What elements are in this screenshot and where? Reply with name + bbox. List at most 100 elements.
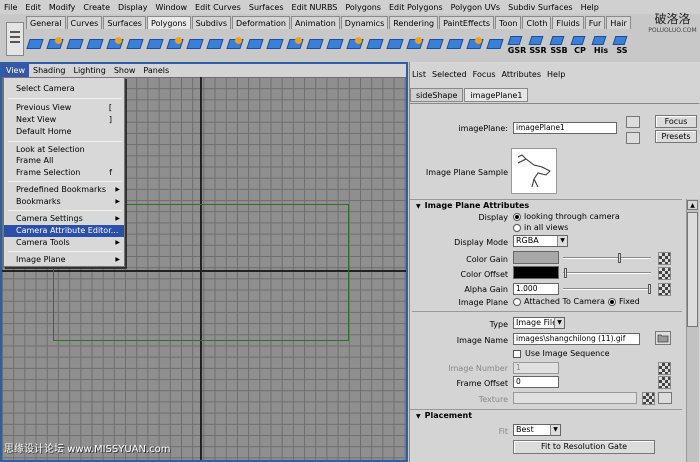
panel-menu-lighting[interactable]: Lighting xyxy=(69,64,109,77)
section-image-plane-attributes[interactable]: ▼ Image Plane Attributes xyxy=(410,199,682,211)
polygon-tool-icon[interactable] xyxy=(386,35,405,54)
shelf-tab-hair[interactable]: Hair xyxy=(606,16,631,29)
panel-menu-panels[interactable]: Panels xyxy=(139,64,173,77)
menu-item-previous-view[interactable]: Previous View[ xyxy=(4,102,124,114)
ae-menu-selected[interactable]: Selected xyxy=(429,68,470,82)
shelf-tab-fluids[interactable]: Fluids xyxy=(552,16,584,29)
polygon-tool-icon[interactable] xyxy=(326,35,345,54)
menu-file[interactable]: File xyxy=(0,3,21,12)
polygon-tool-icon[interactable] xyxy=(486,35,505,54)
texture-map-icon[interactable] xyxy=(642,392,655,405)
display-looking-through-radio[interactable] xyxy=(513,213,521,221)
display-mode-select[interactable]: RGBA ▼ xyxy=(513,235,568,247)
shelf-tab-fur[interactable]: Fur xyxy=(584,16,606,29)
polygon-tool-icon[interactable] xyxy=(26,35,45,54)
ae-menu-help[interactable]: Help xyxy=(544,68,568,82)
menu-help[interactable]: Help xyxy=(577,3,603,12)
menu-edit-curves[interactable]: Edit Curves xyxy=(191,3,245,12)
polygon-tool-icon[interactable] xyxy=(466,35,485,54)
color-offset-swatch[interactable] xyxy=(513,266,559,279)
shelf-icon-ssr[interactable]: SSR xyxy=(527,35,547,55)
fixed-radio[interactable] xyxy=(608,298,616,306)
use-image-sequence-checkbox[interactable] xyxy=(513,350,521,358)
polygon-tool-icon[interactable] xyxy=(246,35,265,54)
shelf-icon-his[interactable]: His xyxy=(590,35,610,55)
tab-imageplane1[interactable]: imagePlane1 xyxy=(464,88,529,102)
fit-to-resolution-gate-button[interactable]: Fit to Resolution Gate xyxy=(513,440,655,454)
polygon-tool-icon[interactable] xyxy=(286,35,305,54)
polygon-tool-icon[interactable] xyxy=(306,35,325,54)
shelf-tab-animation[interactable]: Animation xyxy=(290,16,340,29)
ae-menu-list[interactable]: List xyxy=(409,68,429,82)
section-placement[interactable]: ▼ Placement xyxy=(410,409,682,421)
polygon-tool-icon[interactable] xyxy=(266,35,285,54)
color-offset-map-icon[interactable] xyxy=(658,267,671,280)
color-gain-map-icon[interactable] xyxy=(658,252,671,265)
menu-polygons[interactable]: Polygons xyxy=(341,3,385,12)
menu-item-select-camera[interactable]: Select Camera xyxy=(4,83,124,95)
tab-sideshape[interactable]: sideShape xyxy=(410,88,464,102)
shelf-options-handle[interactable] xyxy=(6,22,24,56)
menu-item-frame-all[interactable]: Frame All xyxy=(4,155,124,167)
node-name-field[interactable]: imagePlane1 xyxy=(513,122,617,134)
shelf-tab-painteffects[interactable]: PaintEffects xyxy=(439,16,495,29)
menu-subdiv-surfaces[interactable]: Subdiv Surfaces xyxy=(504,3,576,12)
color-offset-slider-thumb[interactable] xyxy=(564,268,567,278)
shelf-tab-toon[interactable]: Toon xyxy=(495,16,522,29)
menu-modify[interactable]: Modify xyxy=(45,3,80,12)
polygon-tool-icon[interactable] xyxy=(426,35,445,54)
shelf-tab-cloth[interactable]: Cloth xyxy=(522,16,552,29)
polygon-tool-icon[interactable] xyxy=(166,35,185,54)
alpha-gain-slider-thumb[interactable] xyxy=(648,284,651,294)
menu-item-image-plane[interactable]: Image Plane ▶ xyxy=(4,254,124,266)
polygon-tool-icon[interactable] xyxy=(226,35,245,54)
panel-menu-view[interactable]: View xyxy=(2,64,29,77)
polygon-tool-icon[interactable] xyxy=(146,35,165,54)
menu-window[interactable]: Window xyxy=(152,3,192,12)
color-gain-slider-thumb[interactable] xyxy=(618,253,621,263)
menu-edit-polygons[interactable]: Edit Polygons xyxy=(385,3,447,12)
image-name-field[interactable]: images\shangchilong (11).gif xyxy=(513,333,640,345)
polygon-tool-icon[interactable] xyxy=(186,35,205,54)
polygon-tool-icon[interactable] xyxy=(86,35,105,54)
alpha-gain-field[interactable]: 1.000 xyxy=(513,283,559,295)
menu-edit-nurbs[interactable]: Edit NURBS xyxy=(288,3,342,12)
focus-button[interactable]: Focus xyxy=(655,115,697,128)
menu-item-predefined-bookmarks[interactable]: Predefined Bookmarks ▶ xyxy=(4,184,124,196)
alpha-gain-slider-track[interactable] xyxy=(563,288,651,290)
shelf-tab-polygons[interactable]: Polygons xyxy=(146,16,191,29)
ae-menu-attributes[interactable]: Attributes xyxy=(499,68,545,82)
shelf-icon-ss[interactable]: SS xyxy=(611,35,631,55)
menu-create[interactable]: Create xyxy=(79,3,114,12)
ae-menu-focus[interactable]: Focus xyxy=(470,68,499,82)
frame-offset-field[interactable]: 0 xyxy=(513,376,559,388)
browse-folder-icon[interactable] xyxy=(655,331,671,345)
panel-menu-shading[interactable]: Shading xyxy=(29,64,70,77)
menu-item-default-home[interactable]: Default Home xyxy=(4,126,124,138)
shelf-tab-curves[interactable]: Curves xyxy=(66,16,103,29)
menu-item-camera-settings[interactable]: Camera Settings ▶ xyxy=(4,213,124,225)
menu-edit[interactable]: Edit xyxy=(21,3,45,12)
menu-item-bookmarks[interactable]: Bookmarks ▶ xyxy=(4,196,124,208)
shelf-tab-deformation[interactable]: Deformation xyxy=(232,16,290,29)
polygon-tool-icon[interactable] xyxy=(366,35,385,54)
polygon-tool-icon[interactable] xyxy=(66,35,85,54)
menu-item-camera-tools[interactable]: Camera Tools ▶ xyxy=(4,237,124,249)
menu-display[interactable]: Display xyxy=(114,3,152,12)
color-gain-swatch[interactable] xyxy=(513,251,559,264)
color-offset-slider-track[interactable] xyxy=(563,272,651,274)
shelf-icon-cp[interactable]: CP xyxy=(569,35,589,55)
polygon-tool-icon[interactable] xyxy=(446,35,465,54)
attached-to-camera-radio[interactable] xyxy=(513,298,521,306)
texture-link-icon[interactable] xyxy=(658,392,672,404)
frame-offset-key-icon[interactable] xyxy=(658,376,671,389)
shelf-tab-general[interactable]: General xyxy=(26,16,66,29)
menu-surfaces[interactable]: Surfaces xyxy=(245,3,288,12)
polygon-tool-icon[interactable] xyxy=(126,35,145,54)
menu-item-camera-attribute-editor[interactable]: Camera Attribute Editor... xyxy=(4,225,124,237)
color-gain-slider-track[interactable] xyxy=(563,257,651,259)
shelf-icon-gsr[interactable]: GSR xyxy=(506,35,526,55)
polygon-tool-icon[interactable] xyxy=(46,35,65,54)
shelf-tab-rendering[interactable]: Rendering xyxy=(389,16,439,29)
polygon-tool-icon[interactable] xyxy=(106,35,125,54)
